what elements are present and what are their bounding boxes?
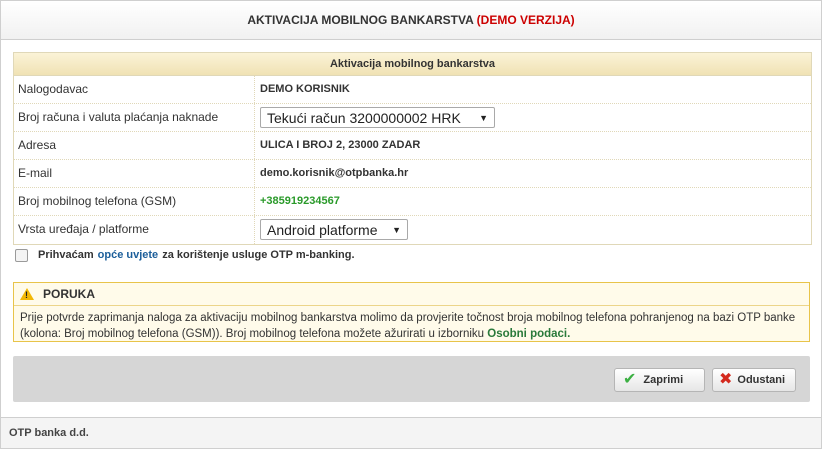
terms-checkbox[interactable] <box>15 248 28 262</box>
nalogodavac-value: DEMO KORISNIK <box>260 83 350 95</box>
form-row-phone: Broj mobilnog telefona (GSM) +3859192345… <box>14 188 811 216</box>
osobni-podaci-link[interactable]: Osobni podaci. <box>487 328 570 340</box>
activation-form: Aktivacija mobilnog bankarstva Nalogodav… <box>13 52 812 245</box>
button-bar: ✔ Zaprimi ✖ Odustani <box>13 356 810 402</box>
notice-body: Prije potvrde zaprimanja naloga za aktiv… <box>14 306 809 346</box>
form-label: Broj mobilnog telefona (GSM) <box>14 188 255 215</box>
platform-select-value: Android platforme <box>267 222 378 238</box>
form-header: Aktivacija mobilnog bankarstva <box>14 53 811 76</box>
terms-text-after: za korištenje usluge OTP m-banking. <box>162 249 355 261</box>
activation-dialog: AKTIVACIJA MOBILNOG BANKARSTVA (DEMO VER… <box>0 0 822 449</box>
cancel-button-label: Odustani <box>737 374 786 386</box>
dialog-title: AKTIVACIJA MOBILNOG BANKARSTVA (DEMO VER… <box>1 1 821 40</box>
form-label: Adresa <box>14 132 255 159</box>
account-select-value: Tekući račun 3200000002 HRK <box>267 110 461 126</box>
terms-link[interactable]: opće uvjete <box>98 249 159 261</box>
terms-accept-row: Prihvaćam opće uvjete za korištenje uslu… <box>15 246 355 264</box>
form-row-address: Adresa ULICA I BROJ 2, 23000 ZADAR <box>14 132 811 160</box>
form-row-account: Broj računa i valuta plaćanja naknade Te… <box>14 104 811 132</box>
dialog-title-text: AKTIVACIJA MOBILNOG BANKARSTVA <box>247 13 474 27</box>
footer-text: OTP banka d.d. <box>9 427 89 439</box>
notice-header: ! PORUKA <box>14 283 809 306</box>
footer: OTP banka d.d. <box>1 417 821 448</box>
dropdown-arrow-icon: ▼ <box>479 113 488 123</box>
warning-triangle-icon: ! <box>20 288 34 300</box>
terms-text-before: Prihvaćam <box>38 249 94 261</box>
confirm-button-label: Zaprimi <box>643 374 684 386</box>
form-label: Nalogodavac <box>14 76 255 103</box>
platform-select[interactable]: Android platforme ▼ <box>260 219 408 240</box>
form-label: Broj računa i valuta plaćanja naknade <box>14 104 255 131</box>
form-label: E-mail <box>14 160 255 187</box>
form-label: Vrsta uređaja / platforme <box>14 216 255 244</box>
notice-box: ! PORUKA Prije potvrde zaprimanja naloga… <box>13 282 810 342</box>
cancel-button[interactable]: ✖ Odustani <box>712 368 796 392</box>
confirm-button[interactable]: ✔ Zaprimi <box>614 368 705 392</box>
notice-title: PORUKA <box>43 287 96 301</box>
demo-version-label: (DEMO VERZIJA) <box>476 13 575 27</box>
x-icon: ✖ <box>719 371 733 388</box>
check-icon: ✔ <box>623 371 637 388</box>
form-row-email: E-mail demo.korisnik@otpbanka.hr <box>14 160 811 188</box>
form-row-platform: Vrsta uređaja / platforme Android platfo… <box>14 216 811 244</box>
address-value: ULICA I BROJ 2, 23000 ZADAR <box>260 139 421 151</box>
dropdown-arrow-icon: ▼ <box>392 225 401 235</box>
email-value: demo.korisnik@otpbanka.hr <box>260 167 409 179</box>
account-select[interactable]: Tekući račun 3200000002 HRK ▼ <box>260 107 495 128</box>
notice-text: Prije potvrde zaprimanja naloga za aktiv… <box>20 312 796 340</box>
form-row-nalogodavac: Nalogodavac DEMO KORISNIK <box>14 76 811 104</box>
phone-value: +385919234567 <box>260 195 340 207</box>
